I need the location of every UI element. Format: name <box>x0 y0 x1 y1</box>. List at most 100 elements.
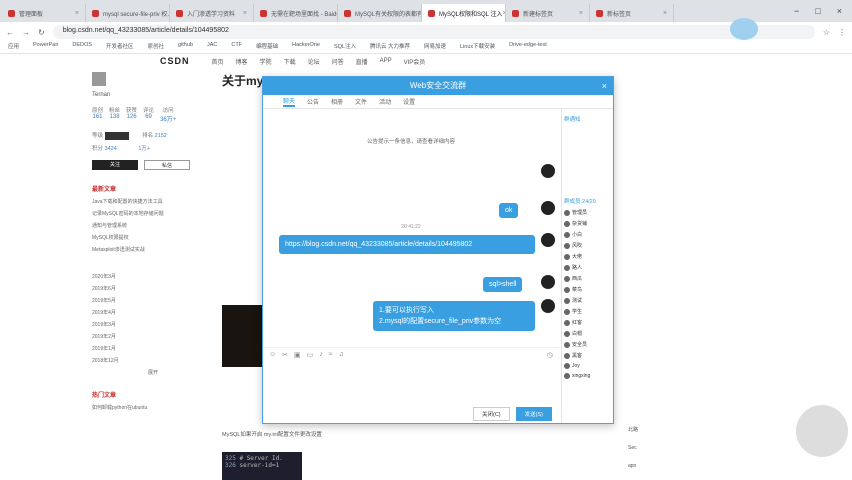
nav-item[interactable]: 下载 <box>284 57 296 66</box>
nav-item[interactable]: VIP会员 <box>404 57 426 66</box>
member-item[interactable]: Joy <box>564 363 613 369</box>
member-item[interactable]: 大佬 <box>564 253 613 260</box>
archive-link[interactable]: 2019年1月 <box>92 345 214 352</box>
message-area[interactable]: 公告提示一条信息，请查看详细内容 ok 20:41:22 https://blo… <box>263 109 559 377</box>
bookmark-item[interactable]: CTF <box>231 42 242 53</box>
nav-item[interactable]: 直播 <box>356 57 368 66</box>
forward-icon[interactable]: → <box>22 28 30 37</box>
member-item[interactable]: xingxing <box>564 373 613 379</box>
follow-button[interactable]: 关注 <box>92 159 138 170</box>
menu-icon[interactable]: ⋮ <box>838 28 846 37</box>
avatar[interactable] <box>541 233 555 247</box>
nav-item[interactable]: 问答 <box>332 57 344 66</box>
archive-link[interactable]: 2019年2月 <box>92 333 214 340</box>
recent-article-link[interactable]: 通知与管理系统 <box>92 222 214 229</box>
bookmark-item[interactable]: 腾讯云 大力推荐 <box>370 42 410 53</box>
close-window-icon[interactable]: × <box>837 6 842 16</box>
bookmark-item[interactable]: Drive-edge-test <box>509 42 547 53</box>
message-bubble[interactable]: ok <box>499 203 519 218</box>
archive-link[interactable]: 2020年3月 <box>92 273 214 280</box>
hot-article-link[interactable]: 如何卸载python在ubuntu <box>92 404 214 411</box>
browser-tab[interactable]: 无需在靶场里面找 - Baidu× <box>254 4 338 22</box>
group-notice[interactable]: 公告提示一条信息，请查看详细内容 <box>263 137 559 145</box>
close-icon[interactable]: × <box>602 77 607 95</box>
archive-link[interactable]: 2019年3月 <box>92 321 214 328</box>
member-item[interactable]: 红客 <box>564 319 613 326</box>
member-item[interactable]: 测试 <box>564 297 613 304</box>
avatar[interactable] <box>541 275 555 289</box>
member-item[interactable]: 路人 <box>564 264 613 271</box>
avatar[interactable] <box>92 72 106 86</box>
avatar[interactable] <box>541 201 555 215</box>
nav-item[interactable]: 博客 <box>236 57 248 66</box>
bookmark-item[interactable]: DEDOS <box>72 42 92 53</box>
browser-tab[interactable]: 管理面板 × <box>2 4 86 22</box>
message-button[interactable]: 私信 <box>144 159 190 170</box>
member-item[interactable]: 安全员 <box>564 341 613 348</box>
star-icon[interactable]: ☆ <box>823 28 830 37</box>
bookmark-item[interactable]: 编程基础 <box>256 42 278 53</box>
message-bubble[interactable]: sql>shell <box>483 277 523 292</box>
bookmark-item[interactable]: 应用 <box>8 42 19 53</box>
bookmark-item[interactable]: github <box>178 42 193 53</box>
member-item[interactable]: 学生 <box>564 308 613 315</box>
archive-more[interactable]: 展开 <box>92 369 214 376</box>
shake-icon[interactable]: ≈ <box>329 351 333 358</box>
recent-article-link[interactable]: MySQL权限提权 <box>92 234 214 241</box>
nav-item[interactable]: 首页 <box>212 57 224 66</box>
message-bubble[interactable]: 1.要可以执行写入 2.mysql的配置secure_file_priv参数为空 <box>373 301 535 331</box>
close-tab-icon[interactable]: × <box>243 10 247 17</box>
bookmark-item[interactable]: 原创社 <box>147 42 164 53</box>
tab-album[interactable]: 相册 <box>331 97 343 106</box>
right-item[interactable]: 北路 <box>628 426 668 433</box>
bookmark-item[interactable]: Linux下载安装 <box>460 42 495 53</box>
member-item[interactable]: 黑客 <box>564 352 613 359</box>
tab-files[interactable]: 文件 <box>355 97 367 106</box>
right-item[interactable]: Sec <box>628 445 668 451</box>
archive-link[interactable]: 2018年12月 <box>92 357 214 364</box>
right-item[interactable]: apn <box>628 463 668 469</box>
recent-article-link[interactable]: Metasploit渗透测试实战 <box>92 246 214 253</box>
close-button[interactable]: 关闭(C) <box>473 407 510 421</box>
profile-name[interactable]: Ternan <box>92 92 214 98</box>
bell-icon[interactable]: ♫ <box>339 351 344 358</box>
archive-link[interactable]: 2019年5月 <box>92 297 214 304</box>
send-button[interactable]: 发送(S) <box>515 407 552 421</box>
avatar[interactable] <box>541 164 555 178</box>
member-item[interactable]: 小白 <box>564 231 613 238</box>
message-bubble[interactable]: https://blog.csdn.net/qq_43233085/articl… <box>279 235 535 254</box>
emoji-icon[interactable]: ☺ <box>269 351 276 358</box>
browser-tab[interactable]: mysql secure-file-priv 权...× <box>86 4 170 22</box>
browser-tab[interactable]: 新标签页 × <box>590 4 674 22</box>
nav-item[interactable]: 论坛 <box>308 57 320 66</box>
bookmark-item[interactable]: HackerOne <box>292 42 320 53</box>
csdn-logo[interactable]: CSDN <box>160 56 190 66</box>
folder-icon[interactable]: ▭ <box>307 351 314 359</box>
browser-tab[interactable]: 入门渗透学习资料 × <box>170 4 254 22</box>
close-tab-icon[interactable]: × <box>663 10 667 17</box>
bookmark-item[interactable]: JAC <box>207 42 217 53</box>
browser-tab-active[interactable]: MySQL权限和SQL 注入× <box>422 4 506 22</box>
archive-link[interactable]: 2019年6月 <box>92 285 214 292</box>
nav-item[interactable]: APP <box>380 58 392 64</box>
image-icon[interactable]: ▣ <box>294 351 301 359</box>
browser-tab[interactable]: MySQL有关权限的表都有哪几个...× <box>338 4 422 22</box>
member-item[interactable]: 管理员 <box>564 209 613 216</box>
close-tab-icon[interactable]: × <box>75 10 79 17</box>
minimize-icon[interactable]: − <box>794 6 799 16</box>
bookmark-item[interactable]: SQL注入 <box>334 42 356 53</box>
browser-tab[interactable]: 新建标签页 × <box>506 4 590 22</box>
archive-link[interactable]: 2019年4月 <box>92 309 214 316</box>
member-item[interactable]: 白帽 <box>564 330 613 337</box>
member-item[interactable]: 风吹 <box>564 242 613 249</box>
maximize-icon[interactable]: □ <box>815 6 820 16</box>
chat-title-bar[interactable]: Web安全交流群 × <box>263 77 613 95</box>
back-icon[interactable]: ← <box>6 28 14 37</box>
tab-activity[interactable]: 活动 <box>379 97 391 106</box>
reload-icon[interactable]: ↻ <box>38 28 45 37</box>
recent-article-link[interactable]: Java下载和配置的快捷方法工具 <box>92 198 214 205</box>
tab-chat[interactable]: 聊天 <box>283 96 296 107</box>
history-icon[interactable]: ◷ <box>547 351 553 359</box>
bookmark-item[interactable]: PowerPan <box>33 42 58 53</box>
recent-article-link[interactable]: 记录MySQL密码的本地存储问题 <box>92 210 214 217</box>
